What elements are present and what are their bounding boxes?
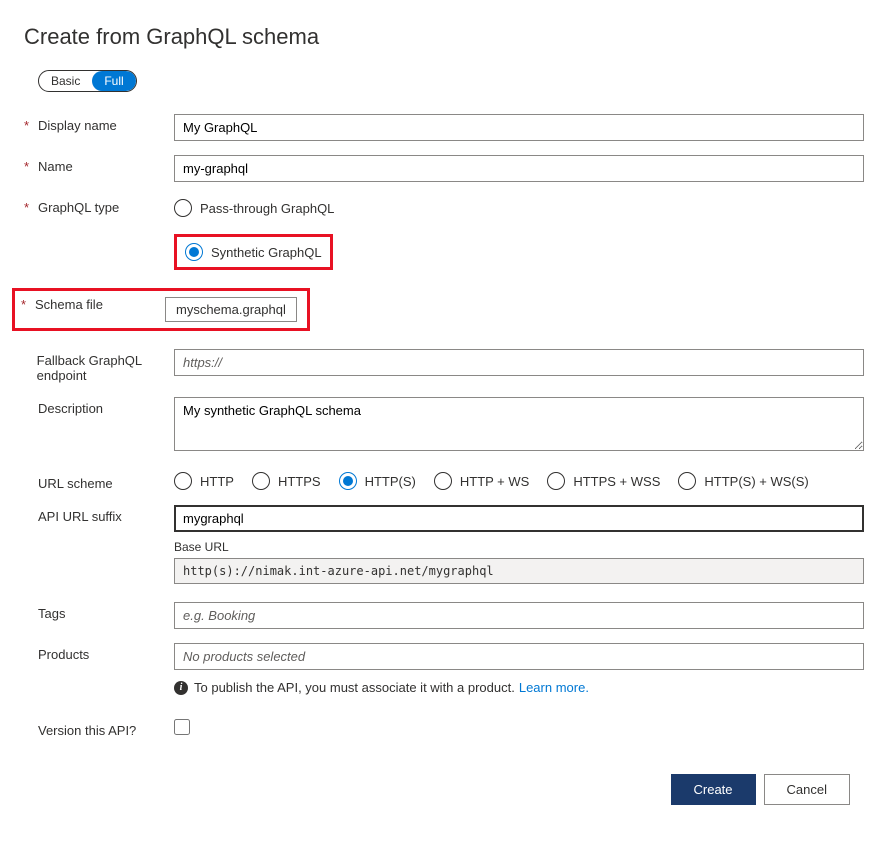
- fallback-label: Fallback GraphQL endpoint: [37, 353, 174, 383]
- description-label: Description: [38, 401, 103, 416]
- version-label: Version this API?: [38, 723, 136, 738]
- info-icon: i: [174, 681, 188, 695]
- display-name-label: Display name: [38, 118, 117, 133]
- schema-file-highlight: * Schema file myschema.graphql: [12, 288, 310, 331]
- required-marker: *: [24, 159, 34, 174]
- products-info: i To publish the API, you must associate…: [174, 680, 864, 695]
- api-url-suffix-label: API URL suffix: [38, 509, 122, 524]
- page-title: Create from GraphQL schema: [24, 24, 864, 50]
- version-checkbox[interactable]: [174, 719, 190, 735]
- url-scheme-label: URL scheme: [38, 476, 113, 491]
- display-name-input[interactable]: [174, 114, 864, 141]
- description-input[interactable]: My synthetic GraphQL schema: [174, 397, 864, 451]
- graphql-type-label: GraphQL type: [38, 200, 119, 215]
- name-label: Name: [38, 159, 73, 174]
- radio-passthrough-label: Pass-through GraphQL: [200, 201, 334, 216]
- cancel-button[interactable]: Cancel: [764, 774, 850, 805]
- toggle-full[interactable]: Full: [92, 71, 135, 91]
- schema-file-label: Schema file: [35, 297, 165, 312]
- url-scheme-http[interactable]: HTTP: [174, 472, 234, 490]
- required-marker: *: [24, 118, 34, 133]
- name-input[interactable]: [174, 155, 864, 182]
- required-marker: *: [24, 200, 34, 215]
- url-scheme-http-s[interactable]: HTTP(S): [339, 472, 416, 490]
- create-button[interactable]: Create: [671, 774, 756, 805]
- products-input[interactable]: [174, 643, 864, 670]
- tags-label: Tags: [38, 606, 65, 621]
- url-scheme-http-s-ws-s[interactable]: HTTP(S) + WS(S): [678, 472, 808, 490]
- toggle-basic[interactable]: Basic: [39, 71, 92, 91]
- api-url-suffix-input[interactable]: [174, 505, 864, 532]
- info-text: To publish the API, you must associate i…: [194, 680, 515, 695]
- radio-synthetic[interactable]: [185, 243, 203, 261]
- learn-more-link[interactable]: Learn more.: [519, 680, 589, 695]
- url-scheme-http-ws[interactable]: HTTP + WS: [434, 472, 529, 490]
- view-toggle: Basic Full: [38, 70, 137, 92]
- synthetic-highlight: Synthetic GraphQL: [174, 234, 333, 270]
- tags-input[interactable]: [174, 602, 864, 629]
- url-scheme-https[interactable]: HTTPS: [252, 472, 321, 490]
- fallback-input[interactable]: [174, 349, 864, 376]
- base-url-display: http(s)://nimak.int-azure-api.net/mygrap…: [174, 558, 864, 584]
- schema-file-button[interactable]: myschema.graphql: [165, 297, 297, 322]
- products-label: Products: [38, 647, 89, 662]
- required-marker: *: [21, 297, 31, 312]
- url-scheme-https-wss[interactable]: HTTPS + WSS: [547, 472, 660, 490]
- radio-passthrough[interactable]: [174, 199, 192, 217]
- graphql-type-passthrough[interactable]: Pass-through GraphQL: [174, 196, 864, 220]
- radio-synthetic-label: Synthetic GraphQL: [211, 245, 322, 260]
- base-url-label: Base URL: [174, 540, 864, 554]
